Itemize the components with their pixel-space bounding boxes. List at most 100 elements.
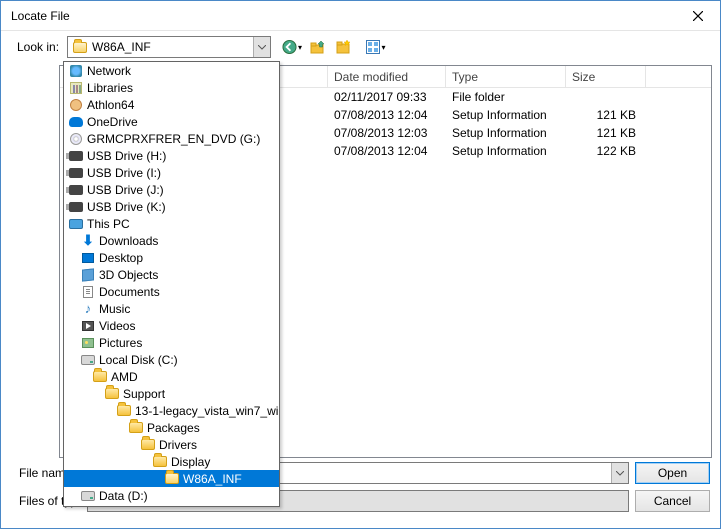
folder-icon bbox=[152, 454, 168, 470]
dropdown-item[interactable]: This PC bbox=[64, 215, 279, 232]
dropdown-item[interactable]: Data (D:) bbox=[64, 487, 279, 504]
libraries-icon bbox=[68, 80, 84, 96]
dropdown-arrow-icon: ▾ bbox=[298, 43, 302, 52]
dropdown-item[interactable]: USB Drive (K:) bbox=[64, 198, 279, 215]
new-folder-button[interactable] bbox=[333, 36, 355, 58]
dropdown-item-label: Libraries bbox=[87, 81, 133, 95]
file-type: Setup Information bbox=[446, 108, 566, 122]
folder-open-icon bbox=[164, 471, 180, 487]
videos-icon bbox=[80, 318, 96, 334]
folder-icon bbox=[140, 437, 156, 453]
lookin-label: Look in: bbox=[17, 40, 59, 54]
dropdown-item-label: Data 2 (E:) bbox=[99, 506, 157, 507]
dropdown-item-label: Network bbox=[87, 64, 131, 78]
dropdown-item[interactable]: W86A_INF bbox=[64, 470, 279, 487]
up-one-level-icon bbox=[310, 39, 326, 55]
dropdown-scroll[interactable]: Network Libraries Athlon64 OneDriveGRMCPRXF… bbox=[64, 62, 279, 506]
usb-drive-icon bbox=[68, 199, 84, 215]
back-icon bbox=[282, 39, 297, 55]
dropdown-item[interactable]: Local Disk (C:) bbox=[64, 351, 279, 368]
dropdown-item[interactable]: Videos bbox=[64, 317, 279, 334]
file-date: 07/08/2013 12:04 bbox=[328, 108, 446, 122]
usb-drive-icon bbox=[68, 148, 84, 164]
view-menu-button[interactable]: ▾ bbox=[359, 36, 391, 58]
up-button[interactable] bbox=[307, 36, 329, 58]
lookin-value: W86A_INF bbox=[92, 40, 253, 54]
dropdown-item-label: Display bbox=[171, 455, 210, 469]
folder-icon bbox=[128, 420, 144, 436]
dropdown-item[interactable]: Packages bbox=[64, 419, 279, 436]
dropdown-item-label: This PC bbox=[87, 217, 130, 231]
user-folder-icon bbox=[68, 97, 84, 113]
drive-icon bbox=[80, 505, 96, 507]
dropdown-item[interactable]: USB Drive (I:) bbox=[64, 164, 279, 181]
dropdown-item[interactable]: OneDrive bbox=[64, 113, 279, 130]
chevron-down-icon[interactable] bbox=[253, 37, 270, 57]
dropdown-item[interactable]: Display bbox=[64, 453, 279, 470]
places-bar bbox=[19, 65, 59, 458]
folder-icon bbox=[72, 39, 88, 55]
dropdown-item[interactable]: USB Drive (H:) bbox=[64, 147, 279, 164]
dropdown-item-label: Athlon64 bbox=[87, 98, 134, 112]
dropdown-item[interactable]: AMD bbox=[64, 368, 279, 385]
pictures-icon bbox=[80, 335, 96, 351]
dropdown-item[interactable]: 13-1-legacy_vista_win7_win bbox=[64, 402, 279, 419]
column-header-date[interactable]: Date modified bbox=[328, 66, 446, 87]
column-header-size[interactable]: Size bbox=[566, 66, 646, 87]
close-button[interactable] bbox=[676, 1, 720, 30]
dropdown-item[interactable]: GRMCPRXFRER_EN_DVD (G:) bbox=[64, 130, 279, 147]
onedrive-icon bbox=[68, 114, 84, 130]
new-folder-icon bbox=[336, 39, 352, 55]
file-type: Setup Information bbox=[446, 144, 566, 158]
dropdown-item[interactable]: ⬇Downloads bbox=[64, 232, 279, 249]
dropdown-item-label: Drivers bbox=[159, 438, 197, 452]
network-icon bbox=[68, 63, 84, 79]
dropdown-item[interactable]: Drivers bbox=[64, 436, 279, 453]
titlebar: Locate File bbox=[1, 1, 720, 31]
folder-icon bbox=[92, 369, 108, 385]
desktop-icon bbox=[80, 250, 96, 266]
dropdown-item[interactable]: Documents bbox=[64, 283, 279, 300]
dropdown-item-label: AMD bbox=[111, 370, 138, 384]
dropdown-item-label: USB Drive (J:) bbox=[87, 183, 164, 197]
dropdown-item-label: Music bbox=[99, 302, 130, 316]
dropdown-item-label: USB Drive (H:) bbox=[87, 149, 166, 163]
dropdown-item[interactable]: Network bbox=[64, 62, 279, 79]
dropdown-item[interactable]: Athlon64 bbox=[64, 96, 279, 113]
file-type: File folder bbox=[446, 90, 566, 104]
file-date: 07/08/2013 12:03 bbox=[328, 126, 446, 140]
back-button[interactable]: ▾ bbox=[281, 36, 303, 58]
open-button[interactable]: Open bbox=[635, 462, 710, 484]
usb-drive-icon bbox=[68, 165, 84, 181]
dropdown-item[interactable]: USB Drive (J:) bbox=[64, 181, 279, 198]
folder-icon bbox=[116, 403, 132, 419]
drive-icon bbox=[80, 352, 96, 368]
dropdown-item-label: OneDrive bbox=[87, 115, 138, 129]
drive-icon bbox=[80, 488, 96, 504]
dropdown-item-label: Desktop bbox=[99, 251, 143, 265]
file-size: 122 KB bbox=[566, 144, 646, 158]
cancel-button[interactable]: Cancel bbox=[635, 490, 710, 512]
dropdown-item[interactable]: Libraries bbox=[64, 79, 279, 96]
file-date: 02/11/2017 09:33 bbox=[328, 90, 446, 104]
cd-drive-icon bbox=[68, 131, 84, 147]
column-header-type[interactable]: Type bbox=[446, 66, 566, 87]
dropdown-item[interactable]: Pictures bbox=[64, 334, 279, 351]
dropdown-item-label: Data (D:) bbox=[99, 489, 148, 503]
lookin-dropdown[interactable]: Network Libraries Athlon64 OneDriveGRMCPRXF… bbox=[63, 61, 280, 507]
dropdown-item[interactable]: ♪Music bbox=[64, 300, 279, 317]
file-date: 07/08/2013 12:04 bbox=[328, 144, 446, 158]
dropdown-item[interactable]: Support bbox=[64, 385, 279, 402]
close-icon bbox=[693, 11, 703, 21]
dropdown-arrow-icon: ▾ bbox=[382, 43, 386, 52]
dropdown-item-label: Documents bbox=[99, 285, 160, 299]
dropdown-item[interactable]: Desktop bbox=[64, 249, 279, 266]
dropdown-item-label: Pictures bbox=[99, 336, 142, 350]
file-size: 121 KB bbox=[566, 126, 646, 140]
file-type: Setup Information bbox=[446, 126, 566, 140]
dropdown-item[interactable]: 3D Objects bbox=[64, 266, 279, 283]
downloads-icon: ⬇ bbox=[80, 233, 96, 249]
lookin-combo[interactable]: W86A_INF bbox=[67, 36, 271, 58]
dropdown-item[interactable]: Data 2 (E:) bbox=[64, 504, 279, 506]
chevron-down-icon[interactable] bbox=[611, 463, 628, 483]
